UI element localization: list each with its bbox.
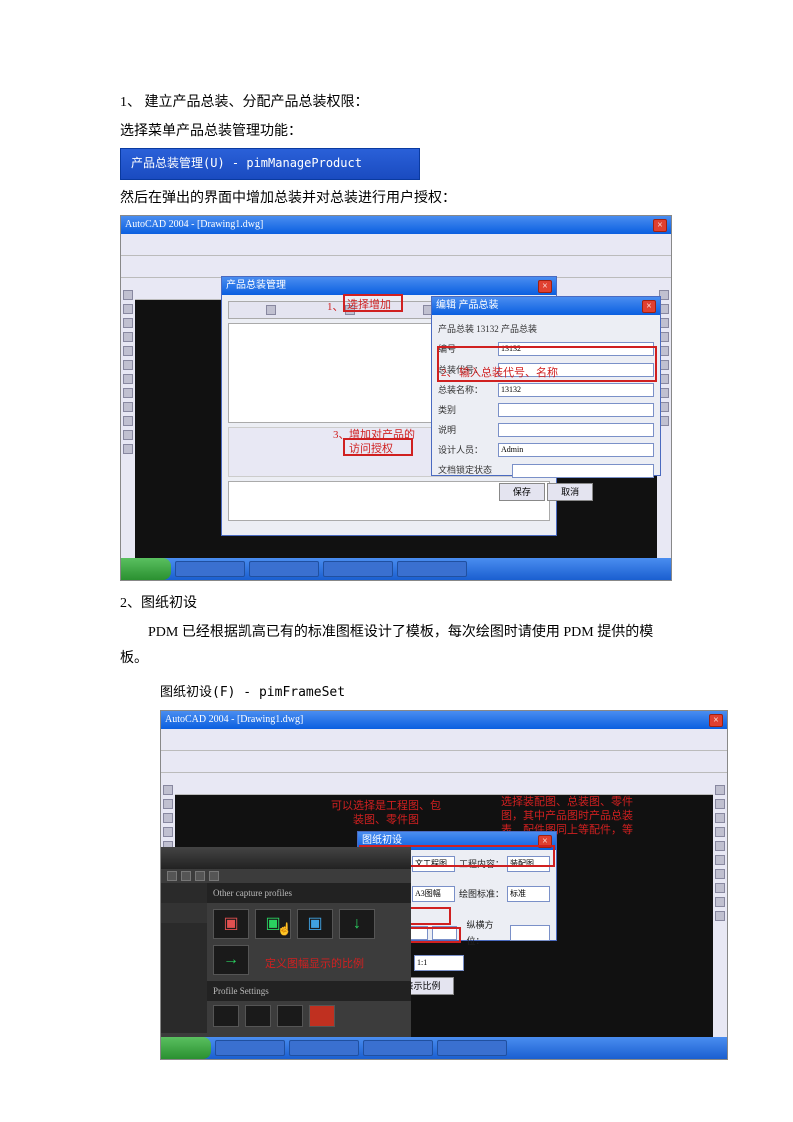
section2-heading: 2、图纸初设 (120, 591, 673, 616)
style-label: 绘图标准： (459, 886, 505, 902)
task-item[interactable] (363, 1040, 433, 1056)
menu-product-manage[interactable]: 产品总装管理(U) - pimManageProduct (120, 148, 420, 180)
section1-aftermenu: 然后在弹出的界面中增加总装并对总装进行用户授权： (120, 186, 673, 211)
lock-label: 文档锁定状态 (438, 462, 508, 478)
left-note-l1: 可以选择是工程图、包 (331, 797, 441, 817)
task-item[interactable] (289, 1040, 359, 1056)
profile-thumb[interactable]: ▣ (297, 909, 333, 939)
task-item[interactable] (437, 1040, 507, 1056)
profile-thumb[interactable]: ▣ (213, 909, 249, 939)
close-icon[interactable]: × (538, 835, 552, 848)
snag-settings-label: Profile Settings (207, 981, 411, 1001)
product-edit-title: 编辑 产品总装 (436, 297, 499, 315)
arrow-icon: ▣ (298, 910, 332, 938)
class-label: 类别 (438, 402, 494, 418)
right-note-l1: 选择装配图、总装图、零件 (501, 793, 633, 813)
product-manager-title: 产品总装管理 (226, 277, 286, 295)
cancel-button[interactable]: 取消 (547, 483, 593, 501)
engineer-input[interactable]: Admin (498, 443, 654, 457)
screenshot-2: AutoCAD 2004 - [Drawing1.dwg] × 可以选择是工程图… (160, 710, 728, 1060)
snag-icon[interactable] (167, 871, 177, 881)
name-input[interactable]: 13132 (498, 383, 654, 397)
left-note-l2: 装图、零件图 (353, 811, 419, 831)
profile-thumb[interactable]: ↓ (339, 909, 375, 939)
task-item[interactable] (323, 561, 393, 577)
product-manager-titlebar: 产品总装管理 × (222, 277, 556, 295)
win-taskbar (121, 558, 671, 580)
arrow-icon: → (214, 946, 248, 974)
code-label: 总装代号： (438, 362, 494, 378)
section2-para: PDM 已经根据凯高已有的标准图框设计了模板，每次绘图时请使用 PDM 提供的模… (120, 620, 673, 670)
id-input[interactable]: 13132 (498, 342, 654, 356)
product-edit-titlebar: 编辑 产品总装 × (432, 297, 660, 315)
capture-button[interactable] (309, 1005, 335, 1027)
autocad-toolbars2 (161, 729, 727, 795)
snag-thumbs: ▣ ▣☝ ▣ ↓ → (207, 903, 411, 981)
setting-thumb[interactable] (277, 1005, 303, 1027)
snag-icon[interactable] (209, 871, 219, 881)
autocad-title-text2: AutoCAD 2004 - [Drawing1.dwg] (165, 711, 303, 729)
right-note-l2: 图，其中产品图时产品总装 (501, 807, 633, 827)
ext-input-2[interactable] (432, 926, 456, 940)
task-item[interactable] (175, 561, 245, 577)
arrow-icon: ↓ (340, 910, 374, 938)
name-label: 总装名称： (438, 382, 494, 398)
autocad-title-text: AutoCAD 2004 - [Drawing1.dwg] (125, 216, 263, 234)
section1-heading: 1、 建立产品总装、分配产品总装权限： (120, 90, 673, 115)
frame-select[interactable]: A3图幅 (412, 886, 455, 902)
profile-thumb[interactable]: ▣☝ (255, 909, 291, 939)
snagit-header (161, 847, 411, 869)
screenshot-1: AutoCAD 2004 - [Drawing1.dwg] × 产品总装管理 × (120, 215, 672, 581)
code-input[interactable] (498, 363, 654, 377)
desc-input[interactable] (498, 423, 654, 437)
content-label: 工程内容： (459, 856, 505, 872)
lock-input[interactable] (512, 464, 654, 478)
hand-icon: ☝ (277, 919, 292, 941)
drawing-type-select[interactable]: 文工程图 (412, 856, 455, 872)
close-icon[interactable]: × (653, 219, 667, 232)
profile-thumb[interactable]: → (213, 945, 249, 975)
win-taskbar2 (161, 1037, 727, 1059)
id-label: 编号 (438, 341, 494, 357)
vert-label: 纵横方位： (467, 917, 506, 949)
task-item[interactable] (249, 561, 319, 577)
setting-thumb[interactable] (245, 1005, 271, 1027)
class-input[interactable] (498, 403, 654, 417)
save-button[interactable]: 保存 (499, 483, 545, 501)
snag-icon[interactable] (181, 871, 191, 881)
snag-profiles-label: Other capture profiles (207, 883, 411, 903)
setting-thumb[interactable] (213, 1005, 239, 1027)
start-button[interactable] (161, 1037, 211, 1059)
left-icon-strip (121, 286, 135, 558)
style-select[interactable]: 标准 (507, 886, 550, 902)
snag-icon[interactable] (195, 871, 205, 881)
toolbar-icon[interactable] (345, 305, 355, 315)
start-button[interactable] (121, 558, 171, 580)
close-icon[interactable]: × (538, 280, 552, 293)
snagit-panel: Other capture profiles ▣ ▣☝ ▣ ↓ → Profil… (161, 847, 411, 1037)
frame-caption: 图纸初设(F) - pimFrameSet (160, 681, 673, 704)
scale-select[interactable]: 1:1 (414, 955, 464, 971)
menu-product-manage-label: 产品总装管理(U) - pimManageProduct (131, 156, 362, 170)
close-icon[interactable]: × (642, 300, 656, 313)
autocad-titlebar: AutoCAD 2004 - [Drawing1.dwg] × (121, 216, 671, 234)
close-icon[interactable]: × (709, 714, 723, 727)
snagit-quick-icons (161, 869, 411, 883)
right-icon-strip2 (713, 781, 727, 1037)
vert-select[interactable] (510, 925, 550, 941)
content-select[interactable]: 装配图 (507, 856, 550, 872)
product-edit-dialog: 编辑 产品总装 × 产品总装 13132 产品总装 编号 13132 总装代号：… (431, 296, 661, 476)
toolbar-icon[interactable] (266, 305, 276, 315)
edit-subtitle: 产品总装 13132 产品总装 (438, 321, 654, 337)
engineer-label: 设计人员： (438, 442, 494, 458)
arrow-icon: ▣ (214, 910, 248, 938)
desc-label: 说明 (438, 422, 494, 438)
autocad-titlebar2: AutoCAD 2004 - [Drawing1.dwg] × (161, 711, 727, 729)
task-item[interactable] (397, 561, 467, 577)
section1-line: 选择菜单产品总装管理功能： (120, 119, 673, 144)
task-item[interactable] (215, 1040, 285, 1056)
